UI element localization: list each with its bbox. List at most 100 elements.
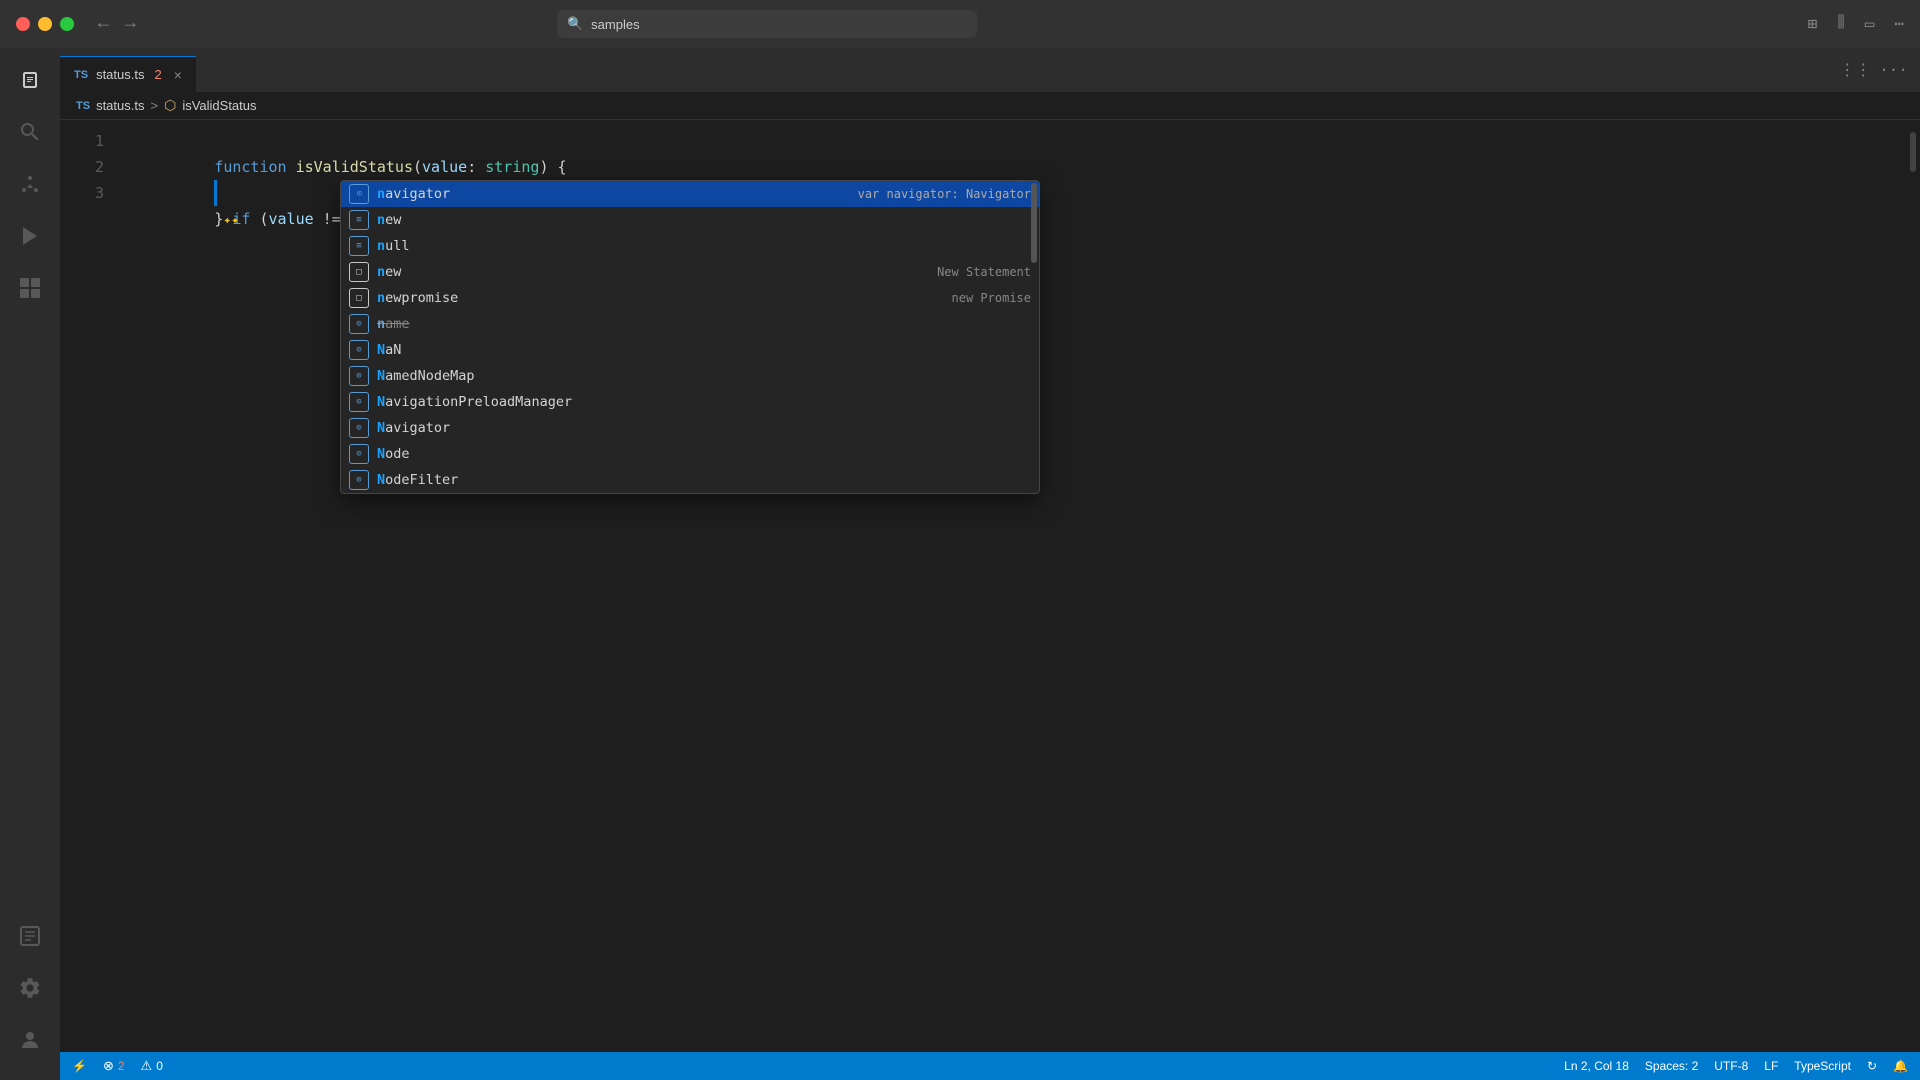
ac-item-navigator[interactable]: ⊙ navigator var navigator: Navigator [341,181,1039,207]
ac-item-newpromise[interactable]: □ newpromise new Promise [341,285,1039,311]
ac-label-new-kw: new [377,212,1023,228]
ac-detail-new-snip: New Statement [937,265,1031,279]
paren: ( [259,210,268,228]
encoding-text: UTF-8 [1714,1059,1748,1073]
sync-icon: ↻ [1867,1059,1877,1073]
ac-label-name: name [377,316,1023,332]
activity-account[interactable] [6,1016,54,1064]
ac-item-null[interactable]: ≡ null [341,233,1039,259]
ac-item-new-snip[interactable]: □ new New Statement [341,259,1039,285]
ac-label-namednodemap: NamedNodeMap [377,368,1023,384]
titlebar-actions: ⊞ ⫼ ▭ ⋯ [1808,14,1904,34]
ac-label-node: Node [377,446,1023,462]
editor-scrollbar[interactable] [1906,128,1920,1052]
var-value: value [269,210,314,228]
tab-dirty-marker: 2 [154,67,161,82]
notification-icon-item[interactable]: 🔔 [1893,1059,1908,1073]
split-editor-icon[interactable]: ⋮⋮ [1839,60,1871,80]
split-editor-icon[interactable]: ⫼ [1837,14,1844,34]
code-area[interactable]: function isValidStatus(value: string) { … [120,128,1906,1052]
line-numbers: 1 2 3 [60,128,120,1052]
eol[interactable]: LF [1764,1059,1778,1073]
breadcrumb: TS status.ts > ⬡ isValidStatus [60,92,1920,120]
wand-icons: ✦✦ [223,213,239,228]
tab-filename: status.ts [96,67,144,82]
more-actions-icon[interactable]: ··· [1879,61,1908,79]
back-button[interactable]: ← [98,14,109,34]
ac-icon-nan: ⊙ [349,340,369,360]
spaces-text: Spaces: 2 [1645,1059,1698,1073]
titlebar: ← → 🔍 samples ⊞ ⫼ ▭ ⋯ [0,0,1920,48]
command-palette[interactable]: 🔍 samples [557,10,977,38]
code-line-2: | if (value !== n) [124,154,1906,180]
ac-item-nodefilter[interactable]: ⊙ NodeFilter [341,467,1039,493]
cursor-position[interactable]: Ln 2, Col 18 [1564,1059,1629,1073]
ac-detail-navigator: var navigator: Navigator [858,187,1031,201]
ac-icon-new-snip: □ [349,262,369,282]
more-icon[interactable]: ⋯ [1894,14,1904,34]
ac-label-nan: NaN [377,342,1023,358]
encoding[interactable]: UTF-8 [1714,1059,1748,1073]
sync-icon-item[interactable]: ↻ [1867,1059,1877,1073]
maximize-button[interactable] [60,17,74,31]
minimize-button[interactable] [38,17,52,31]
ac-icon-new-kw: ≡ [349,210,369,230]
ac-label-navpreload: NavigationPreloadManager [377,394,1023,410]
ac-item-node[interactable]: ⊙ Node [341,441,1039,467]
remote-indicator[interactable]: ⚡ [72,1059,87,1073]
search-text: samples [591,17,639,32]
ac-icon-navigator-class: ⊙ [349,418,369,438]
activity-bar [0,48,60,1080]
editor-area: TS status.ts 2 × ⋮⋮ ··· TS status.ts > ⬡… [60,48,1920,1080]
ac-label-new-snip: new [377,264,929,280]
indentation[interactable]: Spaces: 2 [1645,1059,1698,1073]
breadcrumb-function[interactable]: isValidStatus [182,98,256,113]
ac-item-namednodemap[interactable]: ⊙ NamedNodeMap [341,363,1039,389]
activity-log[interactable] [6,912,54,960]
warning-count: 0 [156,1059,163,1073]
language-text: TypeScript [1794,1059,1851,1073]
ac-item-navpreload[interactable]: ⊙ NavigationPreloadManager [341,389,1039,415]
autocomplete-dropdown[interactable]: ⊙ navigator var navigator: Navigator ≡ n… [340,180,1040,494]
close-button[interactable] [16,17,30,31]
activity-run[interactable] [6,212,54,260]
ac-item-name[interactable]: ⊙ name [341,311,1039,337]
ac-icon-nodefilter: ⊙ [349,470,369,490]
tab-bar-actions: ⋮⋮ ··· [1839,48,1920,92]
tab-status-ts[interactable]: TS status.ts 2 × [60,56,196,92]
ac-label-navigator: navigator [377,186,850,202]
ac-item-new-kw[interactable]: ≡ new [341,207,1039,233]
ac-match: n [377,186,385,202]
line-number-1: 1 [60,128,104,154]
line-number-2: 2 [60,154,104,180]
traffic-lights [16,17,74,31]
autocomplete-scrollbar[interactable] [1031,183,1037,263]
warning-count-item[interactable]: ⚠ 0 [141,1058,163,1074]
activity-search[interactable] [6,108,54,156]
remote-icon: ⚡ [72,1059,87,1073]
forward-button[interactable]: → [125,14,136,34]
activity-source-control[interactable] [6,160,54,208]
activity-settings[interactable] [6,964,54,1012]
ac-label-newpromise: newpromise [377,290,944,306]
breadcrumb-ts-badge: TS [76,100,90,112]
line-number-3: 3 [60,180,104,206]
error-icon: ⊗ [103,1058,114,1074]
editor-content: 1 2 3 function isValidStatus(value: stri… [60,120,1920,1052]
ac-item-nan[interactable]: ⊙ NaN [341,337,1039,363]
activity-files[interactable] [6,56,54,104]
language-mode[interactable]: TypeScript [1794,1059,1851,1073]
code-line-1: function isValidStatus(value: string) { [124,128,1906,154]
panel-icon[interactable]: ▭ [1865,14,1875,34]
ac-label-navigator-class: Navigator [377,420,1023,436]
ac-label-null: null [377,238,1023,254]
eol-text: LF [1764,1059,1778,1073]
activity-extensions[interactable] [6,264,54,312]
breadcrumb-file[interactable]: status.ts [96,98,144,113]
layout-icon[interactable]: ⊞ [1808,14,1818,34]
ac-item-navigator-class[interactable]: ⊙ Navigator [341,415,1039,441]
ac-icon-namednodemap: ⊙ [349,366,369,386]
ac-icon-navpreload: ⊙ [349,392,369,412]
tab-close-button[interactable]: × [174,67,182,83]
error-count-item[interactable]: ⊗ 2 [103,1058,125,1074]
